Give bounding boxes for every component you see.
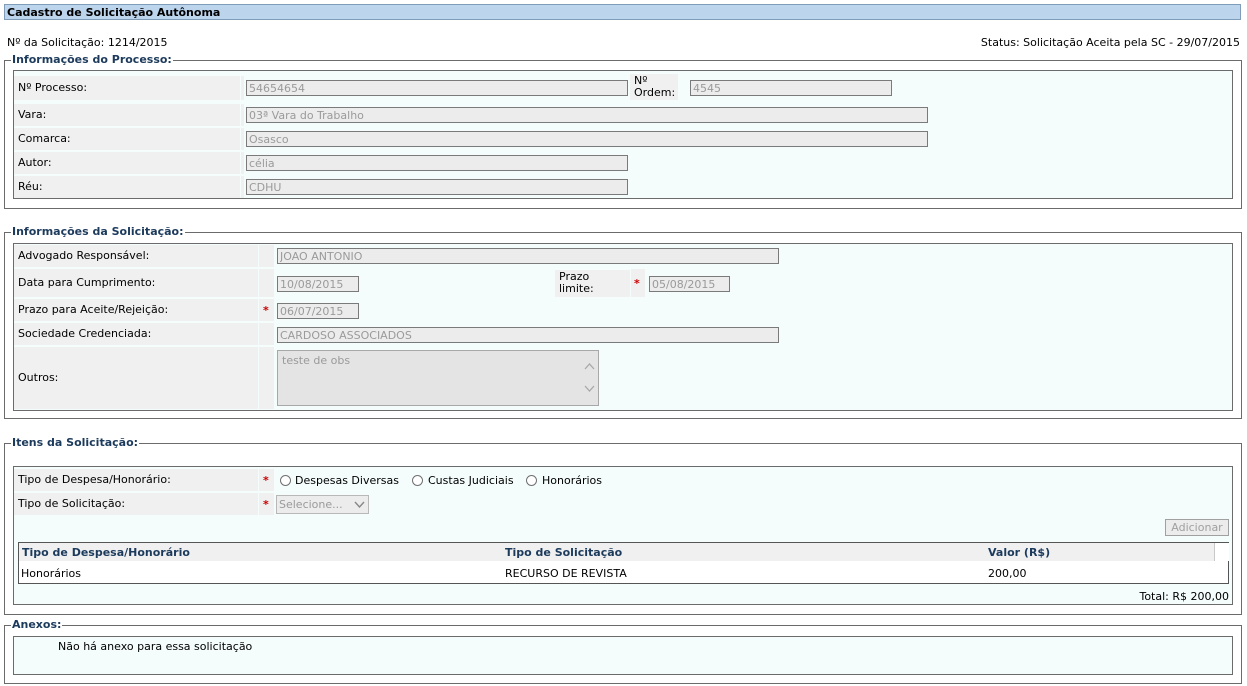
- table-cell: Honorários: [21, 567, 82, 580]
- total-text: Total: R$ 200,00: [1139, 590, 1229, 603]
- vara-input[interactable]: [246, 107, 928, 123]
- sociedade-input[interactable]: [277, 327, 779, 343]
- required-mark: *: [263, 498, 269, 511]
- status-text: Status: Solicitação Aceita pela SC - 29/…: [980, 36, 1240, 49]
- autor-input[interactable]: [246, 155, 628, 171]
- sociedade-label: Sociedade Credenciada:: [14, 323, 258, 345]
- processo-num-input[interactable]: [246, 80, 628, 96]
- cell-gap: [259, 245, 274, 267]
- prazo-limite-input[interactable]: [649, 276, 730, 292]
- radio-label: Despesas Diversas: [295, 474, 399, 487]
- prazo-aceite-label: Prazo para Aceite/Rejeição:: [14, 299, 258, 321]
- processo-legend: Informações do Processo:: [11, 53, 173, 66]
- required-mark: *: [634, 277, 640, 290]
- processo-num-label: Nº Processo:: [14, 76, 240, 100]
- anexos-legend: Anexos:: [11, 618, 63, 631]
- advogado-label: Advogado Responsável:: [14, 245, 258, 267]
- table-cell: RECURSO DE REVISTA: [505, 567, 627, 580]
- ordem-input[interactable]: [690, 80, 892, 96]
- required-mark: *: [263, 474, 269, 487]
- reu-input[interactable]: [246, 179, 628, 195]
- vara-label: Vara:: [14, 104, 240, 126]
- radio-honorarios[interactable]: [526, 475, 537, 486]
- data-cumprimento-input[interactable]: [277, 276, 359, 292]
- textarea-scrollbar[interactable]: [581, 351, 598, 405]
- outros-label: Outros:: [14, 347, 258, 409]
- cell-gap: [259, 269, 274, 297]
- column-header: Valor (R$): [988, 546, 1051, 559]
- prazo-limite-label: Prazo limite:: [555, 270, 630, 297]
- request-number: Nº da Solicitação: 1214/2015: [7, 36, 168, 49]
- column-header: Tipo de Solicitação: [505, 546, 623, 559]
- column-header: Tipo de Despesa/Honorário: [22, 546, 190, 559]
- cell-gap: [241, 76, 244, 100]
- itens-legend: Itens da Solicitação:: [11, 436, 140, 449]
- scroll-arrows-icon: [584, 363, 595, 392]
- header-scroll-spacer: [1214, 543, 1229, 561]
- anexos-empty-message: Não há anexo para essa solicitação: [58, 640, 253, 653]
- radio-custas-judiciais[interactable]: [412, 475, 423, 486]
- table-cell: 200,00: [988, 567, 1027, 580]
- prazo-aceite-input[interactable]: [277, 303, 359, 319]
- outros-textarea[interactable]: teste de obs: [277, 350, 599, 406]
- cell-gap: [241, 128, 244, 150]
- autor-label: Autor:: [14, 152, 240, 174]
- radio-label: Honorários: [542, 474, 603, 487]
- cell-gap: [259, 323, 274, 345]
- comarca-label: Comarca:: [14, 128, 240, 150]
- cell-gap: [241, 152, 244, 174]
- solicitacao-legend: Informações da Solicitação:: [11, 225, 185, 238]
- advogado-input[interactable]: [277, 248, 779, 264]
- cell-gap: [241, 176, 244, 198]
- cell-gap: [259, 347, 274, 409]
- radio-label: Custas Judiciais: [428, 474, 514, 487]
- required-mark: *: [263, 304, 269, 317]
- comarca-input[interactable]: [246, 131, 928, 147]
- ordem-label: Nº Ordem:: [630, 74, 678, 100]
- tipo-despesa-label: Tipo de Despesa/Honorário:: [14, 469, 258, 491]
- outros-text: teste de obs: [282, 354, 351, 367]
- cell-gap: [241, 104, 244, 126]
- radio-despesas-diversas[interactable]: [280, 475, 291, 486]
- reu-label: Réu:: [14, 176, 240, 198]
- select-value: Selecione...: [279, 498, 343, 511]
- data-cumprimento-label: Data para Cumprimento:: [14, 269, 258, 297]
- prazo-limite-line2: limite:: [559, 282, 594, 295]
- add-button[interactable]: Adicionar: [1165, 519, 1229, 536]
- tipo-solicitacao-select[interactable]: Selecione...: [276, 495, 369, 514]
- ordem-label-line2: Ordem:: [634, 86, 676, 99]
- page-title: Cadastro de Solicitação Autônoma: [4, 4, 1241, 20]
- tipo-solicitacao-label: Tipo de Solicitação:: [14, 493, 258, 515]
- chevron-down-icon: [354, 501, 365, 508]
